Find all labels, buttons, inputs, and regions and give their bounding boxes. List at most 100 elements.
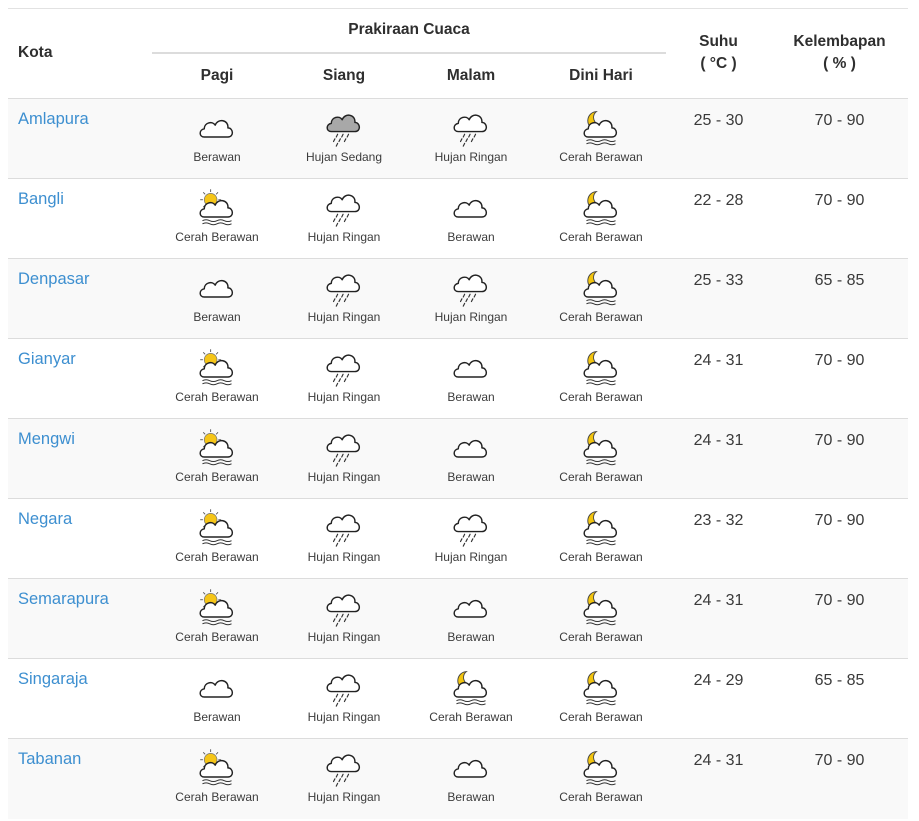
city-link[interactable]: Semarapura bbox=[18, 590, 109, 608]
weather-label: Hujan Ringan bbox=[307, 310, 381, 324]
weather-cell-dini-hari: Cerah Berawan bbox=[536, 338, 666, 419]
light-rain-icon bbox=[406, 107, 536, 147]
weather-label: Cerah Berawan bbox=[175, 630, 259, 644]
city-cell: Gianyar bbox=[8, 338, 152, 419]
cloudy-icon bbox=[152, 267, 282, 307]
weather-label: Cerah Berawan bbox=[175, 470, 259, 484]
kelembapan-value: 70 - 90 bbox=[771, 178, 908, 259]
weather-cell-malam: Berawan bbox=[406, 338, 536, 419]
weather-label: Berawan bbox=[193, 710, 241, 724]
weather-cell-siang: Hujan Sedang bbox=[282, 98, 406, 179]
header-malam: Malam bbox=[446, 67, 496, 84]
table-row: Gianyar Cerah Berawan Hujan Ringan Berawan C… bbox=[8, 338, 908, 419]
city-link[interactable]: Bangli bbox=[18, 190, 64, 208]
weather-label: Hujan Ringan bbox=[434, 310, 508, 324]
city-link[interactable]: Negara bbox=[18, 510, 72, 528]
sun-cloud-icon bbox=[152, 187, 282, 227]
header-suhu-unit: ( °C ) bbox=[700, 55, 737, 72]
city-link[interactable]: Tabanan bbox=[18, 750, 81, 768]
header-kota: Kota bbox=[18, 44, 53, 61]
weather-cell-dini-hari: Cerah Berawan bbox=[536, 178, 666, 259]
city-cell: Bangli bbox=[8, 178, 152, 259]
weather-cell-dini-hari: Cerah Berawan bbox=[536, 738, 666, 819]
top-border bbox=[8, 8, 908, 9]
kelembapan-value: 65 - 85 bbox=[771, 658, 908, 739]
weather-cell-malam: Hujan Ringan bbox=[406, 498, 536, 579]
city-cell: Mengwi bbox=[8, 418, 152, 499]
table-row: Denpasar Berawan Hujan Ringan Hujan Ringan C… bbox=[8, 258, 908, 339]
light-rain-icon bbox=[282, 267, 406, 307]
table-header: Kota Prakiraan Cuaca Suhu ( °C ) Kelemba… bbox=[8, 8, 908, 99]
table-row: Bangli Cerah Berawan Hujan Ringan Berawan Ce… bbox=[8, 178, 908, 259]
light-rain-icon bbox=[282, 507, 406, 547]
cloudy-icon bbox=[406, 427, 536, 467]
city-link[interactable]: Gianyar bbox=[18, 350, 76, 368]
weather-label: Cerah Berawan bbox=[559, 310, 643, 324]
weather-cell-malam: Hujan Ringan bbox=[406, 258, 536, 339]
forecast-table: Kota Prakiraan Cuaca Suhu ( °C ) Kelemba… bbox=[8, 8, 908, 819]
weather-cell-dini-hari: Cerah Berawan bbox=[536, 498, 666, 579]
city-link[interactable]: Singaraja bbox=[18, 670, 88, 688]
weather-label: Cerah Berawan bbox=[559, 390, 643, 404]
light-rain-icon bbox=[282, 427, 406, 467]
city-link[interactable]: Amlapura bbox=[18, 110, 89, 128]
light-rain-icon bbox=[282, 587, 406, 627]
header-kelembapan-unit: ( % ) bbox=[823, 55, 856, 72]
suhu-value: 24 - 31 bbox=[666, 578, 771, 659]
weather-cell-pagi: Cerah Berawan bbox=[152, 338, 282, 419]
weather-label: Berawan bbox=[193, 150, 241, 164]
moon-cloud-icon bbox=[536, 267, 666, 307]
weather-label: Berawan bbox=[447, 630, 495, 644]
city-cell: Singaraja bbox=[8, 658, 152, 739]
weather-label: Hujan Ringan bbox=[307, 230, 381, 244]
weather-cell-malam: Hujan Ringan bbox=[406, 98, 536, 179]
weather-cell-pagi: Cerah Berawan bbox=[152, 738, 282, 819]
city-cell: Tabanan bbox=[8, 738, 152, 819]
weather-label: Cerah Berawan bbox=[175, 550, 259, 564]
weather-cell-siang: Hujan Ringan bbox=[282, 578, 406, 659]
light-rain-icon bbox=[282, 747, 406, 787]
kelembapan-value: 70 - 90 bbox=[771, 338, 908, 419]
city-link[interactable]: Denpasar bbox=[18, 270, 90, 288]
weather-cell-siang: Hujan Ringan bbox=[282, 418, 406, 499]
weather-cell-siang: Hujan Ringan bbox=[282, 178, 406, 259]
weather-cell-siang: Hujan Ringan bbox=[282, 498, 406, 579]
weather-cell-pagi: Cerah Berawan bbox=[152, 498, 282, 579]
cloudy-icon bbox=[152, 107, 282, 147]
weather-cell-siang: Hujan Ringan bbox=[282, 338, 406, 419]
header-pagi: Pagi bbox=[200, 67, 234, 84]
moon-cloud-icon bbox=[536, 587, 666, 627]
kelembapan-value: 70 - 90 bbox=[771, 578, 908, 659]
city-link[interactable]: Mengwi bbox=[18, 430, 75, 448]
weather-cell-malam: Berawan bbox=[406, 418, 536, 499]
cloudy-icon bbox=[152, 667, 282, 707]
light-rain-icon bbox=[282, 347, 406, 387]
table-row: Mengwi Cerah Berawan Hujan Ringan Berawan Ce… bbox=[8, 418, 908, 499]
table-row: Amlapura Berawan Hujan Sedang Hujan Ringan C… bbox=[8, 98, 908, 179]
weather-label: Cerah Berawan bbox=[559, 470, 643, 484]
weather-label: Hujan Ringan bbox=[307, 630, 381, 644]
sun-cloud-icon bbox=[152, 587, 282, 627]
weather-label: Berawan bbox=[193, 310, 241, 324]
header-suhu: Suhu ( °C ) bbox=[666, 8, 771, 99]
sun-cloud-icon bbox=[152, 427, 282, 467]
suhu-value: 23 - 32 bbox=[666, 498, 771, 579]
header-dini-hari: Dini Hari bbox=[569, 67, 633, 84]
suhu-value: 24 - 31 bbox=[666, 418, 771, 499]
weather-label: Cerah Berawan bbox=[559, 150, 643, 164]
header-kelembapan-label: Kelembapan bbox=[793, 33, 886, 50]
weather-cell-pagi: Berawan bbox=[152, 658, 282, 739]
weather-cell-pagi: Cerah Berawan bbox=[152, 178, 282, 259]
cloudy-icon bbox=[406, 587, 536, 627]
table-row: Singaraja Berawan Hujan Ringan Cerah Berawa… bbox=[8, 658, 908, 739]
weather-label: Cerah Berawan bbox=[559, 630, 643, 644]
weather-cell-dini-hari: Cerah Berawan bbox=[536, 418, 666, 499]
kelembapan-value: 65 - 85 bbox=[771, 258, 908, 339]
kelembapan-value: 70 - 90 bbox=[771, 738, 908, 819]
weather-label: Cerah Berawan bbox=[429, 710, 513, 724]
weather-cell-malam: Berawan bbox=[406, 178, 536, 259]
cloudy-icon bbox=[406, 187, 536, 227]
weather-cell-dini-hari: Cerah Berawan bbox=[536, 578, 666, 659]
city-cell: Amlapura bbox=[8, 98, 152, 179]
weather-label: Hujan Ringan bbox=[307, 790, 381, 804]
